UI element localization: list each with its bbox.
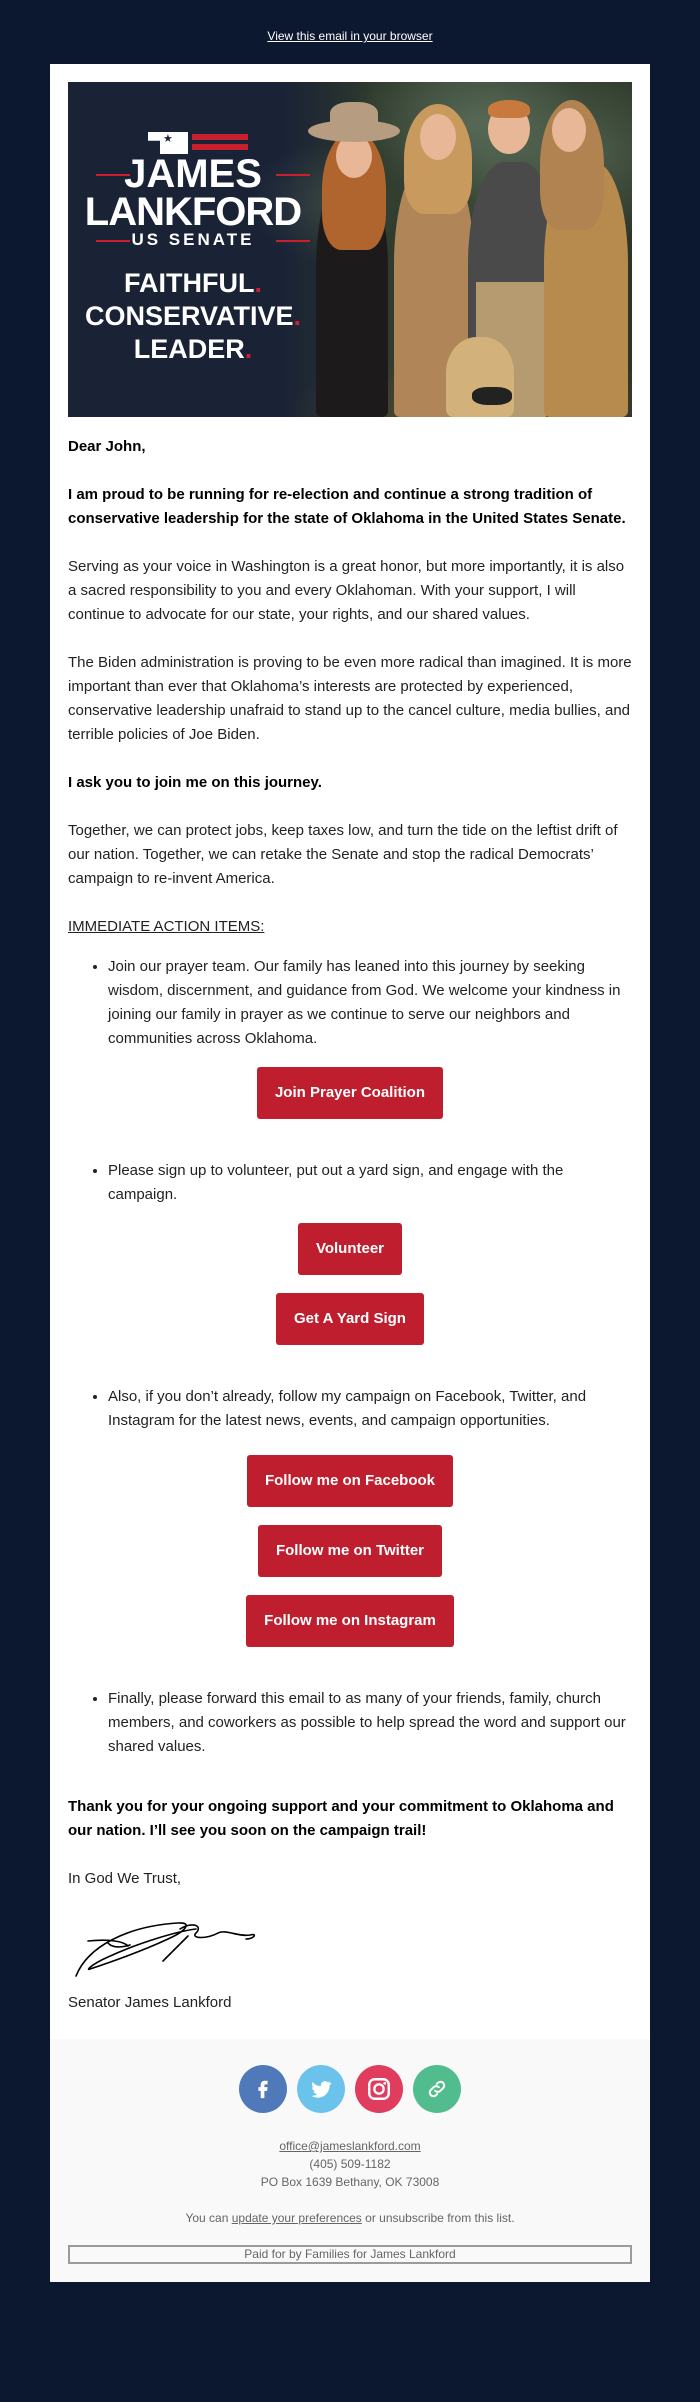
twitter-link[interactable] [297,2065,345,2113]
logo-office: US SENATE [131,230,255,249]
contact-phone: (405) 509-1182 [309,2157,391,2171]
email-card: ★ JAMES LANKFORD US SENATE FAITHFUL. CON… [50,64,650,2282]
tagline-line-2: CONSERVATIVE. [84,301,302,331]
facebook-link[interactable] [239,2065,287,2113]
signature-image [68,1891,632,1991]
salutation: Dear John, [68,438,146,455]
preferences-line: You can update your preferences or unsub… [185,2211,515,2225]
action-item-prayer: Join our prayer team. Our family has lea… [108,955,632,1051]
follow-twitter-button[interactable]: Follow me on Twitter [257,1525,443,1577]
letter-body: Dear John, I am proud to be running for … [68,417,632,2015]
join-prayer-coalition-button[interactable]: Join Prayer Coalition [256,1067,444,1119]
email-footer: office@jameslankford.com (405) 509-1182 … [50,2039,650,2282]
top-bar: View this email in your browser [0,0,700,64]
signature-icon [75,1922,256,1977]
follow-instagram-button[interactable]: Follow me on Instagram [246,1595,454,1647]
link-icon [428,2080,446,2098]
paragraph-service: Serving as your voice in Washington is a… [68,558,625,623]
hero-banner: ★ JAMES LANKFORD US SENATE FAITHFUL. CON… [68,82,632,417]
mailing-address: PO Box 1639 Bethany, OK 73008 [260,2175,440,2189]
family-photo [308,82,632,417]
contact-email-link[interactable]: office@jameslankford.com [279,2139,420,2153]
paragraph-together: Together, we can protect jobs, keep taxe… [68,822,618,887]
paid-for-disclaimer: Paid for by Families for James Lankford [68,2245,632,2264]
update-preferences-link[interactable]: update your preferences [232,2211,362,2225]
social-links [68,2065,632,2113]
action-item-follow: Also, if you don’t already, follow my ca… [108,1385,632,1433]
instagram-icon [368,2078,390,2100]
tagline-line-1: FAITHFUL. [124,268,262,298]
signer-name: Senator James Lankford [68,1994,232,2011]
signoff: In God We Trust, [68,1870,182,1887]
tagline-line-3: LEADER. [133,334,253,364]
intro-paragraph: I am proud to be running for re-election… [68,486,626,527]
ask-paragraph: I ask you to join me on this journey. [68,774,322,791]
facebook-icon [258,2080,268,2099]
action-items-list: Join our prayer team. Our family has lea… [68,955,632,1051]
website-link[interactable] [413,2065,461,2113]
view-in-browser-link[interactable]: View this email in your browser [0,29,700,43]
logo-last-name: LANKFORD [84,190,302,234]
get-yard-sign-button[interactable]: Get A Yard Sign [276,1293,424,1345]
action-item-forward: Finally, please forward this email to as… [108,1687,632,1759]
volunteer-button[interactable]: Volunteer [297,1223,403,1275]
follow-facebook-button[interactable]: Follow me on Facebook [246,1455,454,1507]
action-item-volunteer: Please sign up to volunteer, put out a y… [108,1159,632,1207]
instagram-link[interactable] [355,2065,403,2113]
action-items-heading: IMMEDIATE ACTION ITEMS: [68,918,265,935]
closing-paragraph: Thank you for your ongoing support and y… [68,1798,614,1839]
twitter-icon [311,2081,332,2098]
campaign-logo: ★ JAMES LANKFORD US SENATE FAITHFUL. CON… [68,82,318,417]
paragraph-biden: The Biden administration is proving to b… [68,654,632,743]
